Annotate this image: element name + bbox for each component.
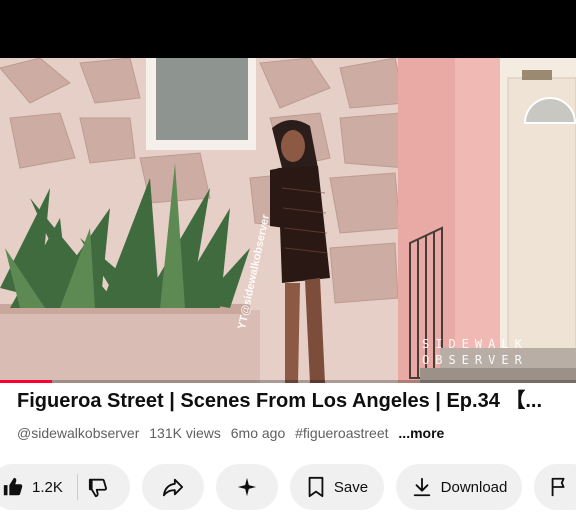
video-player[interactable]: YT@sidewalkobserver SIDEWALK OBSERVER (0, 58, 576, 383)
ask-ai-button[interactable] (216, 464, 278, 510)
download-label: Download (440, 478, 508, 496)
progress-fill (0, 380, 52, 383)
report-button[interactable] (534, 464, 576, 510)
share-icon (162, 476, 184, 498)
view-count: 131K views (149, 425, 221, 441)
save-button[interactable]: Save (290, 464, 384, 510)
progress-track[interactable] (0, 380, 576, 383)
like-dislike-group: 1.2K (0, 464, 130, 510)
channel-watermark: SIDEWALK OBSERVER (422, 336, 552, 368)
share-button[interactable] (142, 464, 204, 510)
like-count: 1.2K (32, 478, 63, 496)
top-black-bar (0, 0, 576, 58)
action-bar: 1.2K Save Download (0, 464, 576, 512)
download-icon (411, 476, 433, 498)
video-frame (0, 58, 576, 383)
thumbs-down-icon (88, 476, 110, 498)
video-meta[interactable]: @sidewalkobserver 131K views 6mo ago #fi… (17, 425, 450, 441)
flag-icon (548, 476, 570, 498)
channel-handle[interactable]: @sidewalkobserver (17, 425, 139, 441)
watermark-line-2: OBSERVER (422, 353, 528, 367)
more-link[interactable]: ...more (398, 425, 444, 441)
bookmark-icon (306, 476, 326, 498)
video-title[interactable]: Figueroa Street | Scenes From Los Angele… (17, 388, 572, 414)
save-label: Save (333, 478, 369, 496)
thumbs-up-icon (2, 476, 24, 498)
watermark-line-1: SIDEWALK (422, 337, 528, 351)
hashtag-link[interactable]: #figueroastreet (295, 425, 388, 441)
upload-age: 6mo ago (230, 425, 286, 441)
dislike-button[interactable] (88, 476, 110, 498)
sparkle-icon (236, 476, 258, 498)
like-button[interactable]: 1.2K (2, 476, 63, 498)
like-divider (76, 474, 78, 500)
download-button[interactable]: Download (396, 464, 522, 510)
